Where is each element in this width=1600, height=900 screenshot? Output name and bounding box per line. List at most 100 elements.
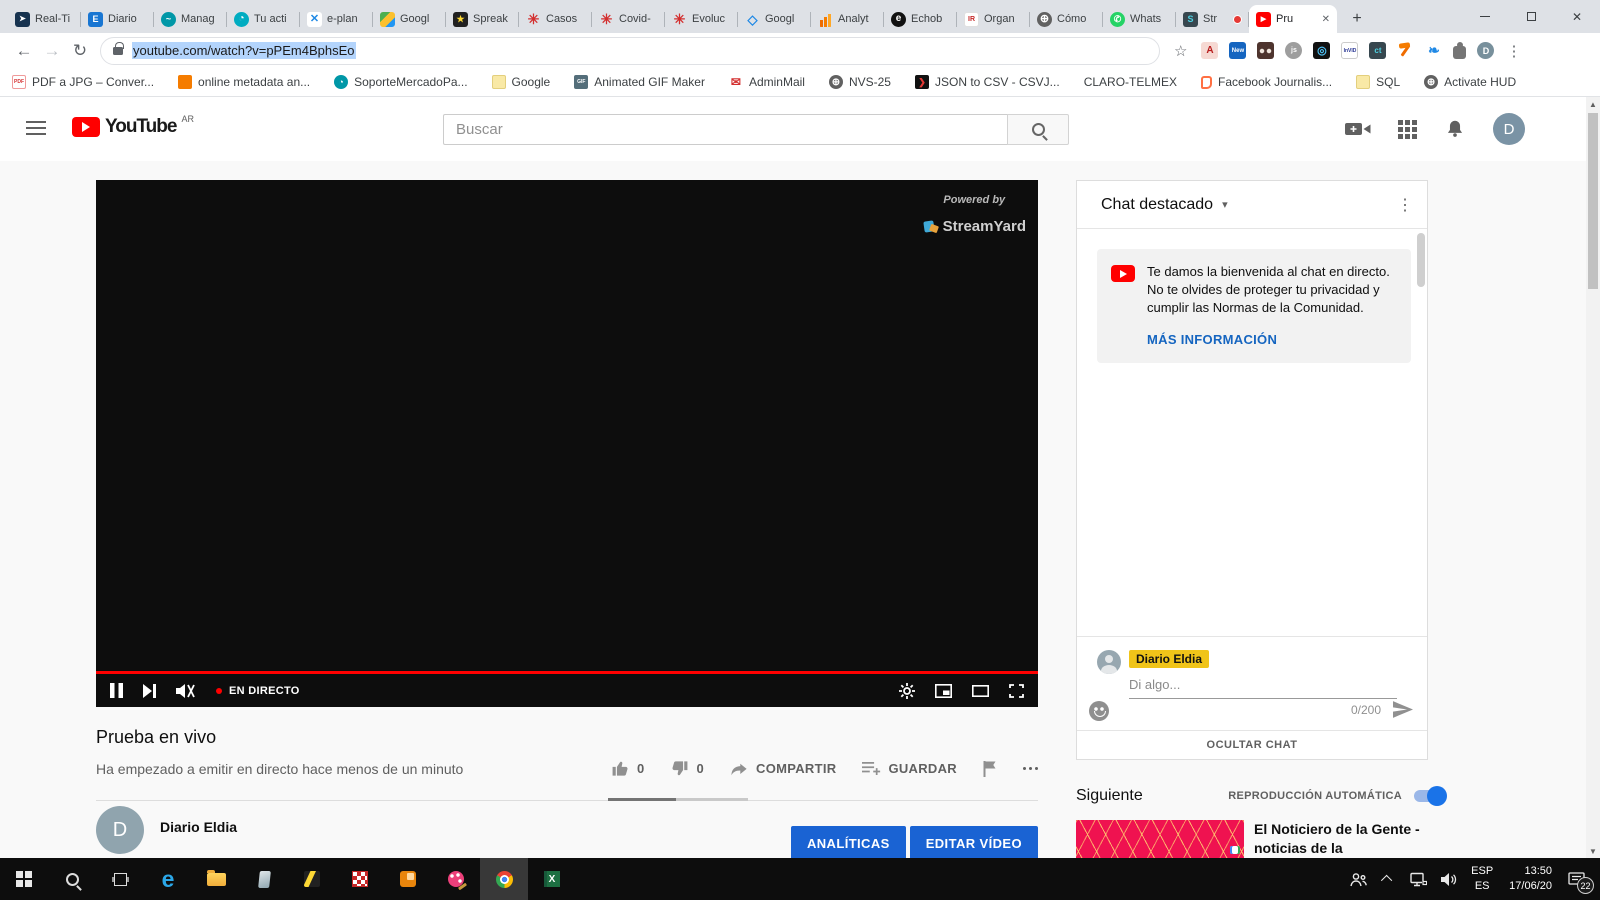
task-view-button[interactable] xyxy=(96,858,144,900)
close-button[interactable]: ✕ xyxy=(1554,0,1600,33)
tab-google-2[interactable]: Googl xyxy=(738,5,811,33)
tab-organi[interactable]: Organ xyxy=(957,5,1030,33)
tab-google-1[interactable]: Googl xyxy=(373,5,446,33)
start-button[interactable] xyxy=(0,858,48,900)
bookmark-soporte-mercadopago[interactable]: SoporteMercadoPa... xyxy=(334,75,467,89)
send-message-icon[interactable] xyxy=(1393,701,1413,723)
fullscreen-icon[interactable] xyxy=(1009,684,1024,698)
bookmark-gif-maker[interactable]: GIFAnimated GIF Maker xyxy=(574,75,705,89)
report-flag-icon[interactable] xyxy=(983,760,997,777)
chevron-down-icon[interactable]: ▾ xyxy=(1222,198,1228,211)
js-toggle-extension-icon[interactable]: js xyxy=(1285,42,1302,59)
maximize-button[interactable] xyxy=(1508,0,1554,33)
network-tray-icon[interactable] xyxy=(1403,858,1433,900)
action-center-button[interactable]: 22 xyxy=(1560,858,1594,900)
tab-casos[interactable]: Casos xyxy=(519,5,592,33)
office-app-button[interactable] xyxy=(384,858,432,900)
ct-extension-icon[interactable]: ct xyxy=(1369,42,1386,59)
puzzle-extensions-icon[interactable] xyxy=(1453,46,1466,59)
volume-muted-icon[interactable] xyxy=(176,683,196,699)
tab-streamyard[interactable]: Str xyxy=(1176,5,1249,33)
bookmark-pdf-a-jpg[interactable]: PDFPDF a JPG – Conver... xyxy=(12,75,154,89)
tab-whatsapp[interactable]: Whats xyxy=(1103,5,1176,33)
pause-button[interactable] xyxy=(110,683,123,698)
dislike-button[interactable]: 0 xyxy=(670,759,704,778)
more-actions-icon[interactable] xyxy=(1023,767,1038,770)
tab-close-icon[interactable]: ✕ xyxy=(1322,14,1330,25)
crosshair-extension-icon[interactable]: ◎ xyxy=(1313,42,1330,59)
next-button[interactable] xyxy=(143,684,156,698)
save-button[interactable]: GUARDAR xyxy=(862,761,957,776)
invid-extension-icon[interactable]: InVID xyxy=(1341,42,1358,59)
youtube-apps-icon[interactable] xyxy=(1398,120,1417,139)
miniplayer-icon[interactable] xyxy=(935,684,952,698)
hide-chat-button[interactable]: OCULTAR CHAT xyxy=(1077,730,1427,759)
new-tab-button[interactable]: + xyxy=(1343,5,1371,33)
tab-e-planning[interactable]: e-plan xyxy=(300,5,373,33)
next-video-thumbnail[interactable] xyxy=(1076,820,1244,858)
bookmark-claro-telmex[interactable]: CLARO-TELMEX xyxy=(1084,75,1177,89)
notifications-bell-icon[interactable] xyxy=(1444,118,1466,140)
account-avatar[interactable]: D xyxy=(1493,113,1525,145)
bookmark-sql[interactable]: SQL xyxy=(1356,75,1400,89)
bookmark-online-metadata[interactable]: online metadata an... xyxy=(178,75,310,89)
youtube-logo[interactable]: YouTube AR xyxy=(72,117,194,137)
feather-extension-icon[interactable]: ❧ xyxy=(1425,42,1442,59)
settings-gear-icon[interactable] xyxy=(899,683,915,699)
excel-button[interactable]: X xyxy=(528,858,576,900)
scroll-up-arrow-icon[interactable]: ▲ xyxy=(1586,97,1600,111)
url-text[interactable]: youtube.com/watch?v=pPEm4BphsEo xyxy=(132,42,356,59)
more-info-link[interactable]: MÁS INFORMACIÓN xyxy=(1147,332,1399,347)
profile-avatar[interactable]: D xyxy=(1477,42,1494,59)
bookmark-adminmail[interactable]: ✉AdminMail xyxy=(729,75,805,89)
app-button-keys[interactable] xyxy=(288,858,336,900)
bookmark-star-icon[interactable]: ☆ xyxy=(1174,42,1187,60)
bookmark-facebook-journalism[interactable]: Facebook Journalis... xyxy=(1201,75,1332,89)
address-bar[interactable]: youtube.com/watch?v=pPEm4BphsEo xyxy=(100,37,1160,65)
create-video-icon[interactable] xyxy=(1345,120,1371,138)
forward-button[interactable]: → xyxy=(38,37,66,65)
volume-tray-icon[interactable] xyxy=(1433,858,1463,900)
channel-avatar[interactable]: D xyxy=(96,806,144,854)
bookmark-activate-hud[interactable]: Activate HUD xyxy=(1424,75,1516,89)
paint-app-button[interactable] xyxy=(432,858,480,900)
hamburger-menu-icon[interactable] xyxy=(26,121,46,135)
emoji-icon[interactable] xyxy=(1089,701,1109,721)
edit-video-button[interactable]: EDITAR VÍDEO xyxy=(910,826,1038,858)
phone-app-button[interactable] xyxy=(240,858,288,900)
file-explorer-button[interactable] xyxy=(192,858,240,900)
page-scrollbar[interactable]: ▲ ▼ xyxy=(1586,97,1600,858)
hammer-extension-icon[interactable] xyxy=(1397,42,1414,59)
lock-icon[interactable] xyxy=(113,47,123,55)
new-badge-extension-icon[interactable]: New xyxy=(1229,42,1246,59)
share-button[interactable]: COMPARTIR xyxy=(730,760,836,777)
scrollbar-thumb[interactable] xyxy=(1588,113,1598,289)
tray-overflow-chevron-icon[interactable] xyxy=(1373,858,1403,900)
autoplay-toggle[interactable] xyxy=(1414,790,1444,802)
chat-scrollbar-thumb[interactable] xyxy=(1417,233,1425,287)
next-video-item[interactable]: El Noticiero de la Gente - noticias de l… xyxy=(1076,820,1432,858)
tab-analytics[interactable]: Analyt xyxy=(811,5,884,33)
channel-name[interactable]: Diario Eldia xyxy=(160,819,237,835)
chat-menu-icon[interactable]: ⋮ xyxy=(1397,195,1413,215)
tab-manage[interactable]: Manag xyxy=(154,5,227,33)
clock[interactable]: 13:50 17/06/20 xyxy=(1509,864,1552,894)
chat-title[interactable]: Chat destacado xyxy=(1101,196,1213,214)
minimize-button[interactable] xyxy=(1462,0,1508,33)
tab-diario[interactable]: Diario xyxy=(81,5,154,33)
tab-covid[interactable]: Covid- xyxy=(592,5,665,33)
back-button[interactable]: ← xyxy=(10,37,38,65)
search-input[interactable] xyxy=(443,114,1007,145)
tab-como[interactable]: Cómo xyxy=(1030,5,1103,33)
search-button[interactable] xyxy=(1007,114,1069,145)
taskbar-search-button[interactable] xyxy=(48,858,96,900)
adobe-pdf-extension-icon[interactable]: A xyxy=(1201,42,1218,59)
theater-mode-icon[interactable] xyxy=(972,685,989,697)
language-indicator[interactable]: ESP ES xyxy=(1471,864,1493,894)
video-player[interactable]: Powered by StreamYard EN DIRECTO xyxy=(96,180,1038,707)
tab-spreaker[interactable]: Spreak xyxy=(446,5,519,33)
browser-menu-icon[interactable]: ⋮ xyxy=(1506,42,1521,60)
pdf-editor-button[interactable] xyxy=(336,858,384,900)
tab-tu-actividad[interactable]: Tu acti xyxy=(227,5,300,33)
people-tray-icon[interactable] xyxy=(1343,858,1373,900)
